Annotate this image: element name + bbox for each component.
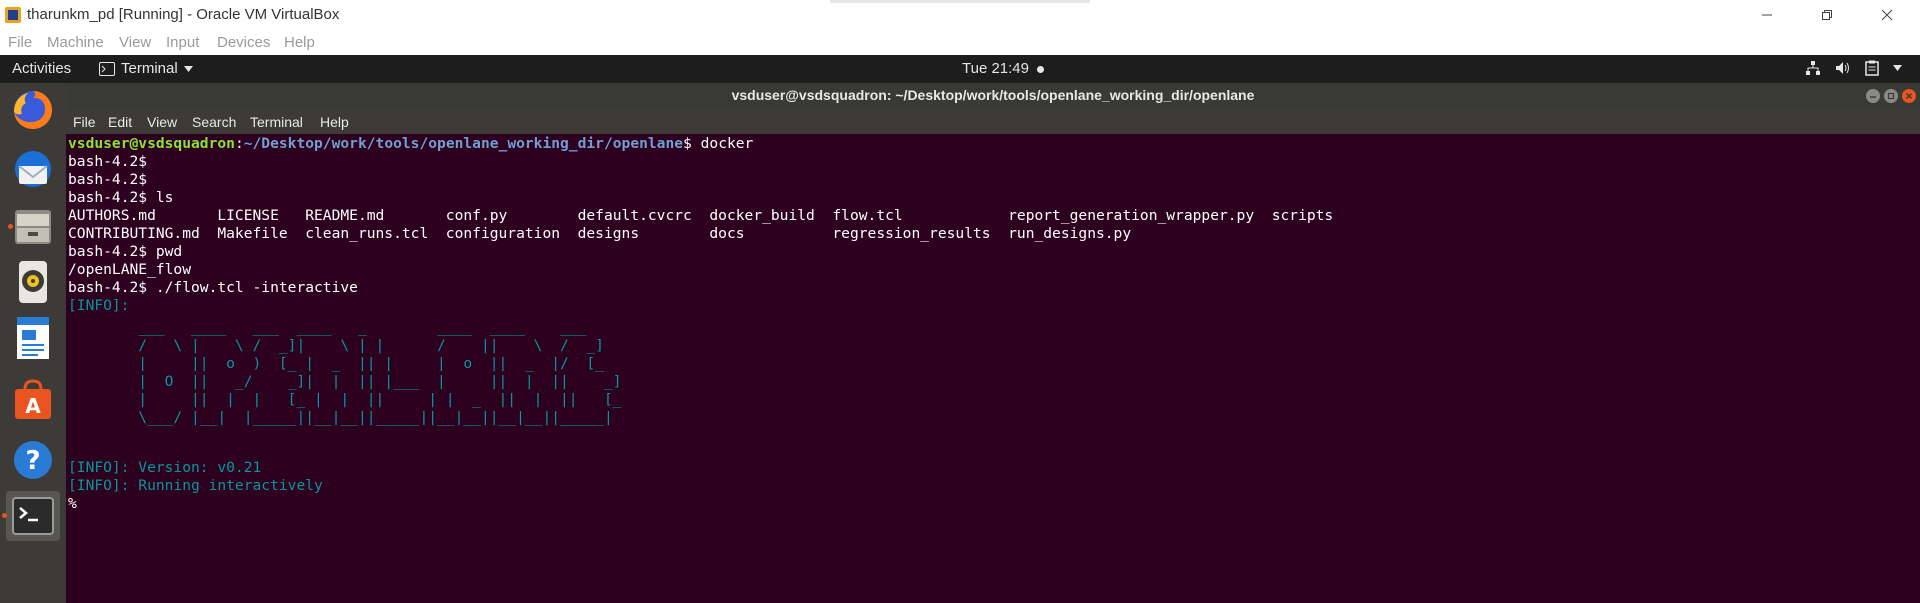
ascii-art-line: / \ | \ / _]| \ | | / || \ / _] [68,337,604,354]
clock-text: Tue 21:49 [962,60,1029,77]
software-center-icon: A [15,379,51,419]
svg-text:A: A [25,394,41,418]
volume-icon [1836,62,1849,74]
running-indicator [2,513,7,518]
terminal-menu-search[interactable]: Search [192,114,236,130]
minimize-button[interactable] [1738,0,1796,29]
dock-rhythmbox[interactable] [6,255,60,309]
host-top-edge [830,0,1090,3]
rhythmbox-icon [19,261,47,303]
clock[interactable]: Tue 21:49 [962,60,1045,77]
info-version-line: [INFO]: Version: v0.21 [68,459,262,476]
libreoffice-writer-icon [17,317,49,359]
dock-files[interactable] [6,199,60,253]
terminal-line: bash-4.2$ ls [68,189,174,206]
terminal-line: /openLANE_flow [68,261,192,278]
chevron-down-icon [1893,65,1902,71]
minimize-icon [1870,96,1876,98]
host-titlebar: tharunkm_pd [Running] - Oracle VM Virtua… [0,0,1920,29]
terminal-line: vsduser@vsdsquadron:~/Desktop/work/tools… [68,135,754,152]
activities-button[interactable]: Activities [12,60,71,77]
host-menu-help[interactable]: Help [284,34,315,51]
app-menu-label: Terminal [121,60,178,77]
terminal-small-icon [99,61,115,76]
firefox-icon [14,91,52,129]
terminal-line: bash-4.2$ pwd [68,243,183,260]
host-menubar: File Machine View Input Devices Help [0,29,1920,55]
restore-button[interactable] [1798,0,1856,29]
host-menu-view[interactable]: View [119,34,151,51]
terminal-window-title: vsduser@vsdsquadron: ~/Desktop/work/tool… [731,87,1255,103]
maximize-icon [1887,92,1895,100]
dock-libreoffice-writer[interactable] [6,311,60,365]
thunderbird-icon [15,151,51,187]
ascii-art-line: ___ ____ ___ ____ _ ____ ____ ___ [68,319,587,336]
ascii-art-line: | O || _/ _]| | || |___ | || | || _] [68,373,622,390]
prompt-user: vsduser@vsdsquadron [68,135,235,152]
terminal-menu-terminal[interactable]: Terminal [250,114,303,130]
terminal-titlebar: vsduser@vsdsquadron: ~/Desktop/work/tool… [66,83,1920,110]
close-icon [1905,92,1913,100]
terminal-maximize-button[interactable] [1884,89,1898,103]
help-icon: ? [14,441,52,479]
caret-down-icon [183,65,193,72]
host-menu-input[interactable]: Input [166,34,199,51]
restore-icon [1822,9,1832,20]
terminal-line: bash-4.2$ ./flow.tcl -interactive [68,279,358,296]
ls-output-line: CONTRIBUTING.md Makefile clean_runs.tcl … [68,225,1132,242]
dock-firefox[interactable] [6,83,60,137]
clipboard-icon [1865,60,1879,76]
prompt-path: ~/Desktop/work/tools/openlane_working_di… [243,135,684,152]
terminal-menu-edit[interactable]: Edit [108,114,132,130]
command-text: $ docker [683,135,754,152]
dock-software-center[interactable]: A [6,373,60,427]
host-menu-devices[interactable]: Devices [217,34,270,51]
virtualbox-icon [5,7,21,23]
host-menu-machine[interactable]: Machine [47,34,104,51]
terminal-line: bash-4.2$ [68,171,148,188]
app-menu[interactable]: Terminal [99,60,193,77]
host-menu-file[interactable]: File [8,34,32,51]
terminal-menu-help[interactable]: Help [320,114,349,130]
close-button[interactable] [1858,0,1916,29]
gnome-topbar: Activities Terminal Tue 21:49 [0,55,1920,83]
notification-dot-icon [1037,65,1045,73]
ascii-art-line: | || o ) [_ | _ || | | o || _ |/ [_ [68,355,604,372]
info-line: [INFO]: [68,297,130,314]
dock-terminal[interactable] [2,491,60,541]
terminal-line: bash-4.2$ [68,153,148,170]
tcl-prompt: % [68,495,77,512]
terminal-menu-view[interactable]: View [147,114,177,130]
close-icon [1881,9,1893,20]
dock: A ? [0,83,66,603]
dock-help[interactable]: ? [6,433,60,487]
dock-thunderbird[interactable] [6,143,60,197]
files-icon [15,210,51,244]
network-icon [1806,61,1820,75]
terminal-output[interactable]: vsduser@vsdsquadron:~/Desktop/work/tools… [66,134,1920,603]
terminal-minimize-button[interactable] [1866,89,1880,103]
ascii-art-line: \___/ |__| |_____||__|__||_____||__|__||… [68,409,613,426]
minimize-icon [1762,14,1772,15]
ls-output-line: AUTHORS.md LICENSE README.md conf.py def… [68,207,1334,224]
system-tray[interactable] [1805,60,1902,76]
terminal-menubar: File Edit View Search Terminal Help [66,110,1920,134]
host-window-title: tharunkm_pd [Running] - Oracle VM Virtua… [27,6,340,23]
info-running-line: [INFO]: Running interactively [68,477,323,494]
ascii-art-line: | || | | [_ | | || | | _ || | || [_ [68,391,622,408]
terminal-close-button[interactable] [1902,89,1916,103]
terminal-menu-file[interactable]: File [73,114,96,130]
running-indicator [8,224,13,229]
terminal-icon [12,497,54,535]
svg-text:?: ? [25,446,40,476]
